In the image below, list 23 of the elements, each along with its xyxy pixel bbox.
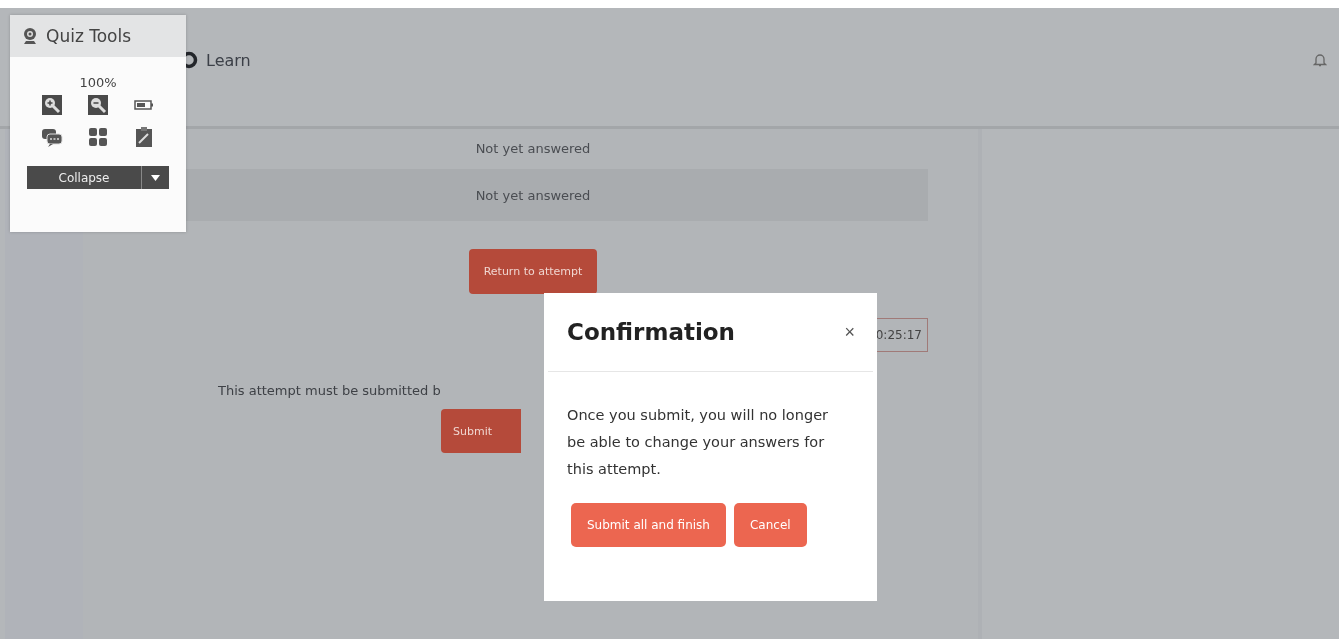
dialog-message: Once you submit, you will no longer be able to change your answers for this attempt.	[567, 406, 829, 479]
dialog-button[interactable]: Cancel	[733, 503, 807, 547]
dialog-button[interactable]: Submit all and finish	[571, 503, 726, 547]
bell-icon[interactable]	[1313, 52, 1327, 68]
clipboard-icon[interactable]	[133, 126, 155, 148]
zoom-out-icon[interactable]	[87, 94, 109, 116]
chat-icon[interactable]	[41, 126, 63, 148]
zoom-level: 100%	[79, 75, 117, 90]
caret-icon	[151, 174, 160, 181]
brand-name: Learn	[206, 50, 251, 70]
webcam-icon	[22, 27, 38, 45]
submit-button[interactable]: Submit	[441, 409, 521, 453]
return-button[interactable]: Return to attempt	[468, 249, 598, 294]
collapse-button[interactable]: Collapse	[27, 166, 141, 189]
status-text: Not yet answered	[475, 140, 591, 156]
notice-text: This attempt must be submitted b	[218, 383, 441, 398]
close-button[interactable]: ×	[844, 321, 855, 343]
panel-title: Quiz Tools	[46, 26, 132, 46]
calculator-icon[interactable]	[87, 126, 109, 148]
dialog-title: Confirmation	[567, 319, 735, 345]
status-text: Not yet answered	[475, 187, 591, 203]
dropdown-button[interactable]	[141, 166, 169, 189]
zoom-in-icon[interactable]	[41, 94, 63, 116]
